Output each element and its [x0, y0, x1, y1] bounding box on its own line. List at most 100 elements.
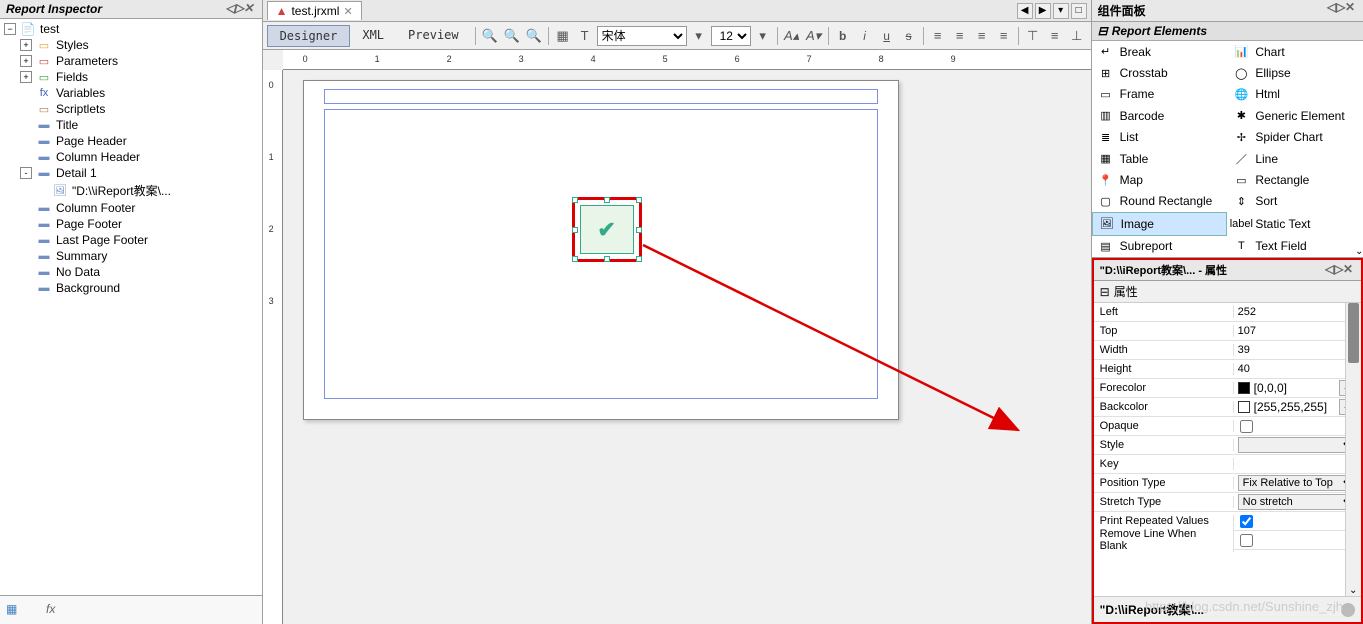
tree-node[interactable]: ▬Last Page Footer [2, 232, 260, 248]
node-icon: fx [36, 86, 52, 100]
palette-item-list[interactable]: ≣List [1092, 127, 1228, 148]
tree-node[interactable]: ▬Summary [2, 248, 260, 264]
image-element[interactable]: ✔ [572, 197, 642, 262]
prop-select[interactable]: No stretch [1238, 494, 1357, 510]
xml-tab[interactable]: XML [350, 25, 396, 47]
bold-icon[interactable]: b [833, 26, 853, 46]
font-dec2-icon[interactable]: A▾ [804, 26, 824, 46]
palette-icon: ⊞ [1098, 66, 1114, 80]
palette-item-break[interactable]: ↵Break [1092, 41, 1228, 62]
props-section-header[interactable]: ⊟ 属性 [1094, 281, 1361, 303]
tree-node[interactable]: +▭Parameters [2, 53, 260, 69]
align-center-icon[interactable]: ≡ [950, 26, 970, 46]
tree-node[interactable]: +▭Styles [2, 37, 260, 53]
fx-icon[interactable]: fx [46, 602, 66, 618]
tree-node[interactable]: ▬Column Footer [2, 200, 260, 216]
close-tab-icon[interactable]: ✕ [343, 5, 352, 18]
palette-item-sort[interactable]: ⇕Sort [1227, 191, 1363, 212]
report-page[interactable]: ✔ [303, 80, 899, 420]
palette-item-rectangle[interactable]: ▭Rectangle [1227, 169, 1363, 190]
align-left-icon[interactable]: ≡ [928, 26, 948, 46]
snap-icon[interactable]: ▦ [553, 26, 573, 46]
prop-input[interactable] [1238, 325, 1357, 337]
palette-close-icon[interactable]: ✕ [1343, 2, 1357, 14]
props-scrollbar[interactable]: ⌄ [1345, 303, 1361, 596]
palette-item-map[interactable]: 📍Map [1092, 169, 1228, 190]
zoom-fit-icon[interactable]: 🔍 [524, 26, 544, 46]
palette-item-image[interactable]: 🖼Image [1092, 212, 1228, 235]
tree-node[interactable]: ▬Page Header [2, 133, 260, 149]
align-justify-icon[interactable]: ≡ [994, 26, 1014, 46]
tree-node[interactable]: ▬Page Footer [2, 216, 260, 232]
palette-item-line[interactable]: ／Line [1227, 148, 1363, 169]
palette-scrollbar[interactable]: ⌄ [1355, 41, 1363, 257]
tree-node[interactable]: ▬No Data [2, 264, 260, 280]
palette-item-chart[interactable]: 📊Chart [1227, 41, 1363, 62]
palette-item-text-field[interactable]: TText Field [1227, 236, 1363, 257]
palette-icon: ▥ [1098, 109, 1114, 123]
tab-next-icon[interactable]: ▶ [1035, 3, 1051, 19]
tree-node[interactable]: -▬Detail 1 [2, 165, 260, 181]
strike-icon[interactable]: s [899, 26, 919, 46]
title-band[interactable] [324, 89, 878, 104]
props-close-icon[interactable]: ✕ [1341, 264, 1355, 276]
palette-item-ellipse[interactable]: ◯Ellipse [1227, 62, 1363, 83]
zoom-in-icon[interactable]: 🔍 [502, 26, 522, 46]
underline-icon[interactable]: u [877, 26, 897, 46]
prop-checkbox[interactable] [1240, 515, 1253, 528]
tree-node[interactable]: ▭Scriptlets [2, 101, 260, 117]
font-dec-icon[interactable]: ▾ [689, 26, 709, 46]
size-inc-icon[interactable]: ▾ [753, 26, 773, 46]
format-icon[interactable]: T [575, 26, 595, 46]
font-inc-icon[interactable]: A▴ [782, 26, 802, 46]
tree-node[interactable]: ▬Column Header [2, 149, 260, 165]
tree-node[interactable]: ▬Background [2, 280, 260, 296]
prop-input[interactable] [1238, 344, 1357, 356]
palette-item-spider-chart[interactable]: ✢Spider Chart [1227, 127, 1363, 148]
palette-item-crosstab[interactable]: ⊞Crosstab [1092, 62, 1228, 83]
prop-input[interactable] [1238, 306, 1357, 318]
align-right-icon[interactable]: ≡ [972, 26, 992, 46]
palette-item-table[interactable]: ▦Table [1092, 148, 1228, 169]
props-min-icon[interactable]: ◁▷ [1325, 264, 1339, 276]
valign-top-icon[interactable]: ⊤ [1023, 26, 1043, 46]
palette-item-static-text[interactable]: labelStatic Text [1227, 212, 1363, 235]
file-tab[interactable]: ▲ test.jrxml ✕ [267, 1, 362, 20]
palette-item-barcode[interactable]: ▥Barcode [1092, 105, 1228, 126]
preview-tab[interactable]: Preview [396, 25, 471, 47]
tree-node[interactable]: ▬Title [2, 117, 260, 133]
prop-select[interactable] [1238, 437, 1357, 453]
filter-icon[interactable]: ▦ [6, 602, 26, 618]
palette-section-header[interactable]: ⊟ Report Elements [1092, 22, 1363, 41]
prop-input[interactable] [1238, 363, 1357, 375]
italic-icon[interactable]: i [855, 26, 875, 46]
editor-tabs: ▲ test.jrxml ✕ ◀ ▶ ▾ □ [263, 0, 1091, 22]
tree-node[interactable]: fxVariables [2, 85, 260, 101]
palette-item-round-rectangle[interactable]: ▢Round Rectangle [1092, 191, 1228, 212]
palette-item-generic-element[interactable]: ✱Generic Element [1227, 105, 1363, 126]
close-icon[interactable]: ✕ [242, 3, 256, 15]
palette-item-subreport[interactable]: ▤Subreport [1092, 236, 1228, 257]
palette-item-frame[interactable]: ▭Frame [1092, 84, 1228, 105]
valign-mid-icon[interactable]: ≡ [1045, 26, 1065, 46]
size-select[interactable]: 12 [711, 26, 751, 46]
prop-checkbox[interactable] [1240, 420, 1253, 433]
prop-checkbox[interactable] [1240, 534, 1253, 547]
palette-min-icon[interactable]: ◁▷ [1327, 2, 1341, 14]
designer-tab[interactable]: Designer [267, 25, 351, 47]
valign-bot-icon[interactable]: ⊥ [1067, 26, 1087, 46]
palette-item-html[interactable]: 🌐Html [1227, 84, 1363, 105]
minimize-icon[interactable]: ◁▷ [226, 3, 240, 15]
zoom-out-icon[interactable]: 🔍 [480, 26, 500, 46]
prop-input[interactable] [1238, 458, 1357, 470]
tab-list-icon[interactable]: ▾ [1053, 3, 1069, 19]
tree-node[interactable]: 🖼"D:\\iReport教案\... [2, 181, 260, 200]
font-select[interactable]: 宋体 [597, 26, 687, 46]
scroll-thumb[interactable] [1348, 303, 1359, 363]
palette-icon: ▤ [1098, 239, 1114, 253]
tree-root[interactable]: − 📄 test [2, 21, 260, 37]
tree-node[interactable]: +▭Fields [2, 69, 260, 85]
maximize-icon[interactable]: □ [1071, 3, 1087, 19]
prop-select[interactable]: Fix Relative to Top [1238, 475, 1357, 491]
tab-prev-icon[interactable]: ◀ [1017, 3, 1033, 19]
